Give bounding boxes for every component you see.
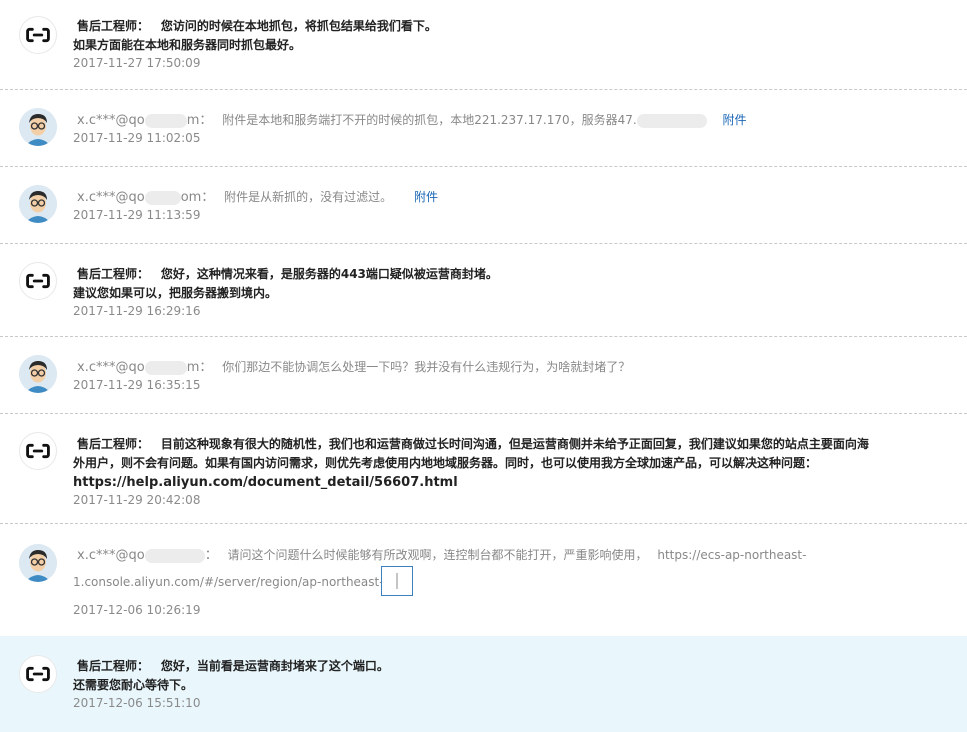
ticket-conversation: 售后工程师： 您访问的时候在本地抓包，将抓包结果给我们看下。 如果方面能在本地和…: [0, 0, 967, 732]
console-url[interactable]: https://ecs-ap-northeast-: [657, 548, 806, 562]
aliyun-logo-icon: [19, 16, 57, 54]
user-name: x.c***@qo: [77, 548, 145, 563]
attachment-link[interactable]: 附件: [414, 190, 438, 204]
message-body: x.c***@qo ： 请问这个问题什么时候能够有所改观啊，连控制台都不能打开，严…: [73, 544, 889, 618]
user-name-suffix: m：: [186, 360, 213, 375]
message-timestamp: 2017-12-06 15:51:10: [73, 696, 201, 710]
author-engineer: 售后工程师：: [77, 437, 150, 451]
user-name: x.c***@qo: [77, 113, 145, 128]
image-thumbnail-icon[interactable]: [381, 566, 413, 596]
message-text: 您好，当前看是运营商封堵来了这个端口。: [160, 659, 389, 673]
message-text: 您好，这种情况来看，是服务器的443端口疑似被运营商封堵。: [160, 267, 498, 281]
console-url[interactable]: 1.console.aliyun.com/#/server/region/ap-…: [73, 573, 889, 592]
user-name: x.c***@qo: [77, 190, 145, 205]
message-body: x.c***@qo m： 附件是本地和服务端打不开的时候的抓包，本地221.237…: [73, 111, 889, 146]
message-body: x.c***@qo om： 附件是从新抓的，没有过滤过。 附件 2017-11-2…: [73, 188, 889, 223]
message-text: 目前这种现象有很大的随机性，我们也和运营商做过长时间沟通，但是运营商侧并未给予正…: [160, 437, 869, 451]
author-user: x.c***@qo ：: [77, 548, 218, 563]
message-text: 如果方面能在本地和服务器同时抓包最好。: [73, 38, 302, 52]
message-body: 售后工程师： 目前这种现象有很大的随机性，我们也和运营商做过长时间沟通，但是运营…: [73, 435, 889, 508]
message-user: x.c***@qo m： 你们那边不能协调怎么处理一下吗？我并没有什么违规行为，为…: [0, 337, 967, 414]
attachment-link[interactable]: 附件: [723, 113, 747, 127]
message-text: 你们那边不能协调怎么处理一下吗？我并没有什么违规行为，为啥就封堵了？: [222, 360, 631, 374]
help-url[interactable]: https://help.aliyun.com/document_detail/…: [73, 473, 889, 492]
message-engineer-latest: 售后工程师： 您好，当前看是运营商封堵来了这个端口。 还需要您耐心等待下。 20…: [0, 636, 967, 732]
redaction-mask: [144, 548, 205, 563]
author-engineer: 售后工程师：: [77, 19, 150, 33]
user-name-suffix: ：: [204, 548, 218, 563]
redaction-mask: [636, 113, 707, 128]
aliyun-logo-icon: [19, 655, 57, 693]
user-cartoon-avatar-icon: [19, 544, 57, 582]
author-user: x.c***@qo m：: [77, 113, 212, 128]
user-name: x.c***@qo: [77, 360, 145, 375]
aliyun-logo-icon: [19, 432, 57, 470]
message-engineer: 售后工程师： 您访问的时候在本地抓包，将抓包结果给我们看下。 如果方面能在本地和…: [0, 0, 967, 90]
message-user: x.c***@qo ： 请问这个问题什么时候能够有所改观啊，连控制台都不能打开，严…: [0, 524, 967, 636]
user-cartoon-avatar-icon: [19, 355, 57, 393]
message-body: 售后工程师： 您访问的时候在本地抓包，将抓包结果给我们看下。 如果方面能在本地和…: [73, 17, 889, 71]
message-timestamp: 2017-11-29 11:13:59: [73, 208, 201, 222]
author-user: x.c***@qo om：: [77, 190, 214, 205]
redaction-mask: [144, 113, 187, 128]
message-timestamp: 2017-11-29 16:35:15: [73, 378, 201, 392]
message-timestamp: 2017-11-29 16:29:16: [73, 304, 201, 318]
user-cartoon-avatar-icon: [19, 108, 57, 146]
user-cartoon-avatar-icon: [19, 185, 57, 223]
message-body: 售后工程师： 您好，这种情况来看，是服务器的443端口疑似被运营商封堵。 建议您…: [73, 265, 889, 319]
message-text: 请问这个问题什么时候能够有所改观啊，连控制台都不能打开，严重影响使用，: [227, 548, 648, 562]
message-text: 外用户，则不会有问题。如果有国内访问需求，则优先考虑使用内地地域服务器。同时，也…: [73, 456, 818, 470]
user-name-suffix: om：: [180, 190, 215, 205]
redaction-mask: [144, 190, 181, 205]
message-body: 售后工程师： 您好，当前看是运营商封堵来了这个端口。 还需要您耐心等待下。 20…: [73, 657, 889, 711]
message-user: x.c***@qo m： 附件是本地和服务端打不开的时候的抓包，本地221.237…: [0, 90, 967, 167]
message-text: 附件是从新抓的，没有过滤过。: [224, 190, 393, 204]
message-timestamp: 2017-12-06 10:26:19: [73, 603, 201, 617]
message-user: x.c***@qo om： 附件是从新抓的，没有过滤过。 附件 2017-11-2…: [0, 167, 967, 244]
message-engineer: 售后工程师： 目前这种现象有很大的随机性，我们也和运营商做过长时间沟通，但是运营…: [0, 414, 967, 524]
author-engineer: 售后工程师：: [77, 267, 150, 281]
author-user: x.c***@qo m：: [77, 360, 212, 375]
message-timestamp: 2017-11-29 11:02:05: [73, 131, 201, 145]
message-text: 建议您如果可以，把服务器搬到境内。: [73, 286, 278, 300]
message-timestamp: 2017-11-29 20:42:08: [73, 493, 201, 507]
redaction-mask: [144, 360, 187, 375]
message-engineer: 售后工程师： 您好，这种情况来看，是服务器的443端口疑似被运营商封堵。 建议您…: [0, 244, 967, 337]
aliyun-logo-icon: [19, 262, 57, 300]
message-text: 附件是本地和服务端打不开的时候的抓包，本地221.237.17.170，服务器4…: [222, 113, 637, 127]
message-body: x.c***@qo m： 你们那边不能协调怎么处理一下吗？我并没有什么违规行为，为…: [73, 358, 889, 393]
user-name-suffix: m：: [186, 113, 213, 128]
message-timestamp: 2017-11-27 17:50:09: [73, 56, 201, 70]
author-engineer: 售后工程师：: [77, 659, 150, 673]
message-text: 您访问的时候在本地抓包，将抓包结果给我们看下。: [160, 19, 437, 33]
message-text: 还需要您耐心等待下。: [73, 678, 194, 692]
